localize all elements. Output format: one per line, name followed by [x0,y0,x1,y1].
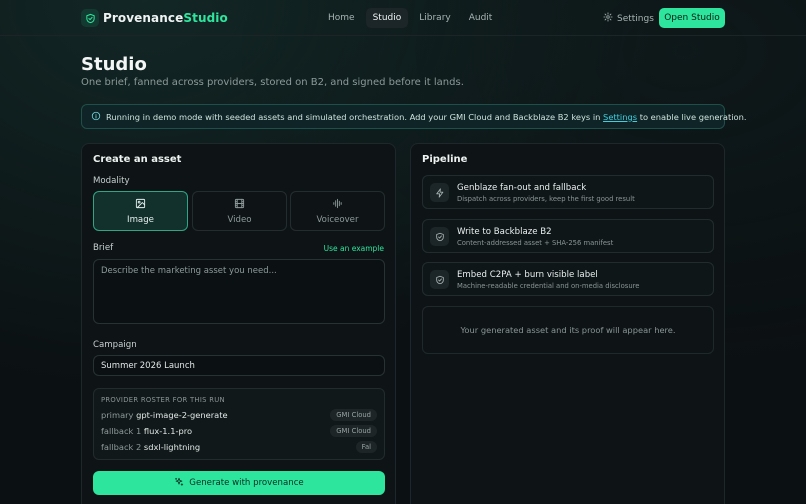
create-asset-title: Create an asset [93,154,182,165]
pipeline-step-c2pa: Embed C2PA + burn visible label Machine-… [422,262,714,296]
modality-voiceover-label: Voiceover [316,214,359,225]
shield-icon [430,270,449,289]
generate-button[interactable]: Generate with provenance [93,471,385,495]
roster-model: sdxl-lightning [143,442,201,452]
modality-video-label: Video [227,214,252,225]
modality-label: Modality [93,176,130,186]
modality-image-button[interactable]: Image [93,191,188,231]
step-title: Write to Backblaze B2 [457,227,552,237]
use-example-link[interactable]: Use an example [324,244,384,253]
roster-model: flux-1.1-pro [143,426,193,436]
roster-row: primary gpt-image-2-generate GMI Cloud [101,409,377,422]
generate-label: Generate with provenance [189,478,304,488]
page-title: Studio [81,54,147,75]
provider-badge: GMI Cloud [330,425,377,437]
step-title: Embed C2PA + burn visible label [457,270,598,280]
modality-video-button[interactable]: Video [192,191,287,231]
provider-badge: GMI Cloud [330,409,377,421]
step-subtitle: Dispatch across providers, keep the firs… [457,195,635,203]
campaign-input[interactable] [93,355,385,376]
result-placeholder: Your generated asset and its proof will … [422,306,714,354]
brand-logo[interactable]: ProvenanceStudio [81,9,228,27]
nav-link-studio[interactable]: Studio [365,8,409,28]
zap-icon [430,183,449,202]
roster-role: fallback 2 [101,442,142,452]
info-icon [91,111,101,123]
demo-mode-banner: Running in demo mode with seeded assets … [81,104,746,129]
step-subtitle: Content-addressed asset + SHA-256 manife… [457,239,614,247]
shield-check-icon [81,9,99,27]
film-icon [234,198,245,212]
banner-settings-link[interactable]: Settings [603,112,637,122]
step-title: Genblaze fan-out and fallback [457,183,587,193]
settings-link[interactable]: Settings [603,12,654,25]
open-studio-button[interactable]: Open Studio [659,8,725,28]
pipeline-step-b2: Write to Backblaze B2 Content-addressed … [422,219,714,253]
modality-image-label: Image [127,214,154,225]
banner-text: Running in demo mode with seeded assets … [106,111,747,122]
shield-icon [430,227,449,246]
campaign-label: Campaign [93,340,137,350]
roster-row: fallback 2 sdxl-lightning Fal [101,441,377,454]
page-subtitle: One brief, fanned across providers, stor… [81,77,464,88]
nav-link-library[interactable]: Library [412,8,457,28]
settings-label: Settings [617,13,654,24]
image-icon [135,198,146,212]
pipeline-step-fanout: Genblaze fan-out and fallback Dispatch a… [422,175,714,209]
brand-name: ProvenanceStudio [103,11,228,25]
nav-link-audit[interactable]: Audit [462,8,500,28]
provider-roster: PROVIDER ROSTER FOR THIS RUN primary gpt… [93,388,385,460]
roster-heading: PROVIDER ROSTER FOR THIS RUN [101,396,225,404]
roster-model: gpt-image-2-generate [136,410,228,420]
step-subtitle: Machine-readable credential and on-media… [457,282,640,290]
provider-badge: Fal [355,441,377,453]
nav-link-home[interactable]: Home [321,8,362,28]
brief-input[interactable] [93,259,385,324]
gear-icon [603,12,613,25]
top-nav: ProvenanceStudio Home Studio Library Aud… [0,0,806,36]
brief-label: Brief [93,243,114,253]
roster-row: fallback 1 flux-1.1-pro GMI Cloud [101,425,377,438]
roster-role: primary [101,410,134,420]
waveform-icon [332,198,343,212]
pipeline-title: Pipeline [422,154,468,165]
pipeline-panel: Pipeline Genblaze fan-out and fallback D… [410,143,725,504]
create-asset-panel: Create an asset Modality Image Video Voi… [81,143,396,504]
sparkles-icon [174,477,184,490]
modality-voiceover-button[interactable]: Voiceover [290,191,385,231]
nav-links: Home Studio Library Audit [321,8,499,28]
roster-role: fallback 1 [101,426,142,436]
